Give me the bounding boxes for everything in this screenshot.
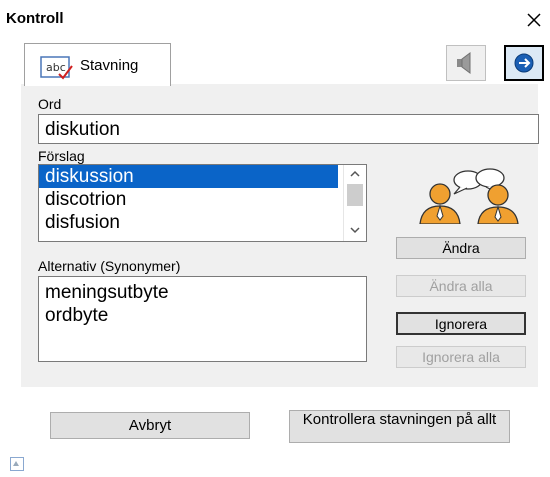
suggestion-item[interactable]: diskussion	[39, 165, 338, 188]
change-all-button[interactable]: Ändra alla	[396, 275, 526, 297]
svg-text:abc: abc	[46, 61, 66, 74]
suggestions-scrollbar[interactable]	[343, 165, 366, 241]
status-icon	[10, 457, 24, 471]
speaker-button[interactable]	[446, 45, 486, 81]
suggestions-list[interactable]: diskussion discotrion disfusion	[38, 164, 367, 242]
suggestions-label: Förslag	[38, 148, 85, 164]
window-title: Kontroll	[6, 10, 64, 27]
suggestion-item[interactable]: discotrion	[39, 188, 366, 211]
spellcheck-abc-icon: abc	[39, 54, 73, 80]
word-label: Ord	[38, 96, 62, 112]
speaking-people-icon	[412, 168, 526, 225]
speaker-icon	[457, 52, 471, 74]
change-button[interactable]: Ändra	[396, 237, 526, 259]
close-icon[interactable]	[522, 8, 546, 32]
check-all-button[interactable]: Kontrollera stavningen på allt	[289, 410, 510, 443]
chevron-up-icon[interactable]	[349, 169, 361, 179]
next-button[interactable]	[504, 45, 544, 81]
alternatives-label: Alternativ (Synonymer)	[38, 258, 181, 274]
alternative-item[interactable]: meningsutbyte	[45, 281, 360, 304]
alternatives-list[interactable]: meningsutbyte ordbyte	[38, 276, 367, 362]
cancel-button[interactable]: Avbryt	[50, 412, 250, 439]
ignore-button[interactable]: Ignorera	[396, 312, 526, 335]
suggestion-item[interactable]: disfusion	[39, 211, 366, 234]
tab-stavning[interactable]: abc Stavning	[24, 43, 171, 86]
word-field[interactable]: diskution	[38, 114, 539, 144]
chevron-down-icon[interactable]	[349, 225, 361, 235]
scrollbar-thumb[interactable]	[347, 184, 363, 206]
ignore-all-button[interactable]: Ignorera alla	[396, 346, 526, 368]
alternative-item[interactable]: ordbyte	[45, 304, 360, 327]
tab-label: Stavning	[80, 57, 139, 74]
arrow-right-circle-icon	[514, 53, 534, 73]
